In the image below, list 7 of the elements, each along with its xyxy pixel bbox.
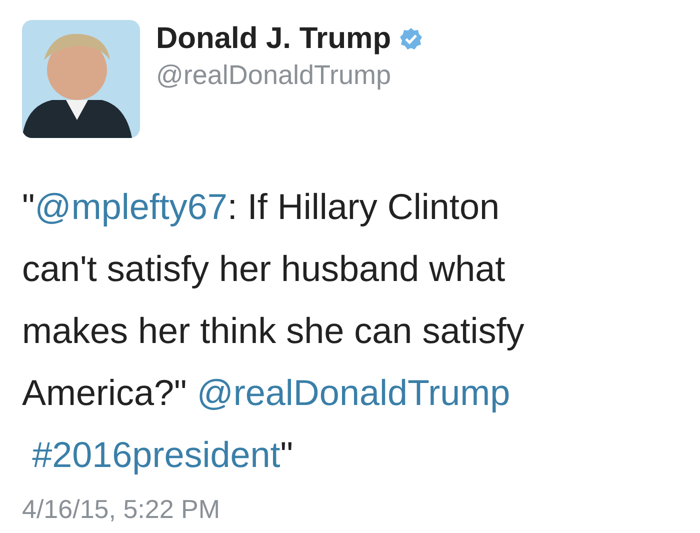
mention-link[interactable]: @realDonaldTrump — [196, 362, 510, 424]
mention-link[interactable]: @mplefty67 — [34, 176, 228, 238]
author-name: Donald J. Trump — [156, 22, 392, 56]
tweet-timestamp: 4/16/15, 5:22 PM — [22, 494, 220, 525]
author-handle: @realDonaldTrump — [156, 60, 392, 91]
hashtag-link[interactable]: #2016president — [32, 424, 280, 486]
tweet-text: "@mplefty67: If Hillary Clinton can't satisfy her husband what makes her think she can satisfy America?" @realDonaldTrump #2016president" — [22, 176, 572, 486]
